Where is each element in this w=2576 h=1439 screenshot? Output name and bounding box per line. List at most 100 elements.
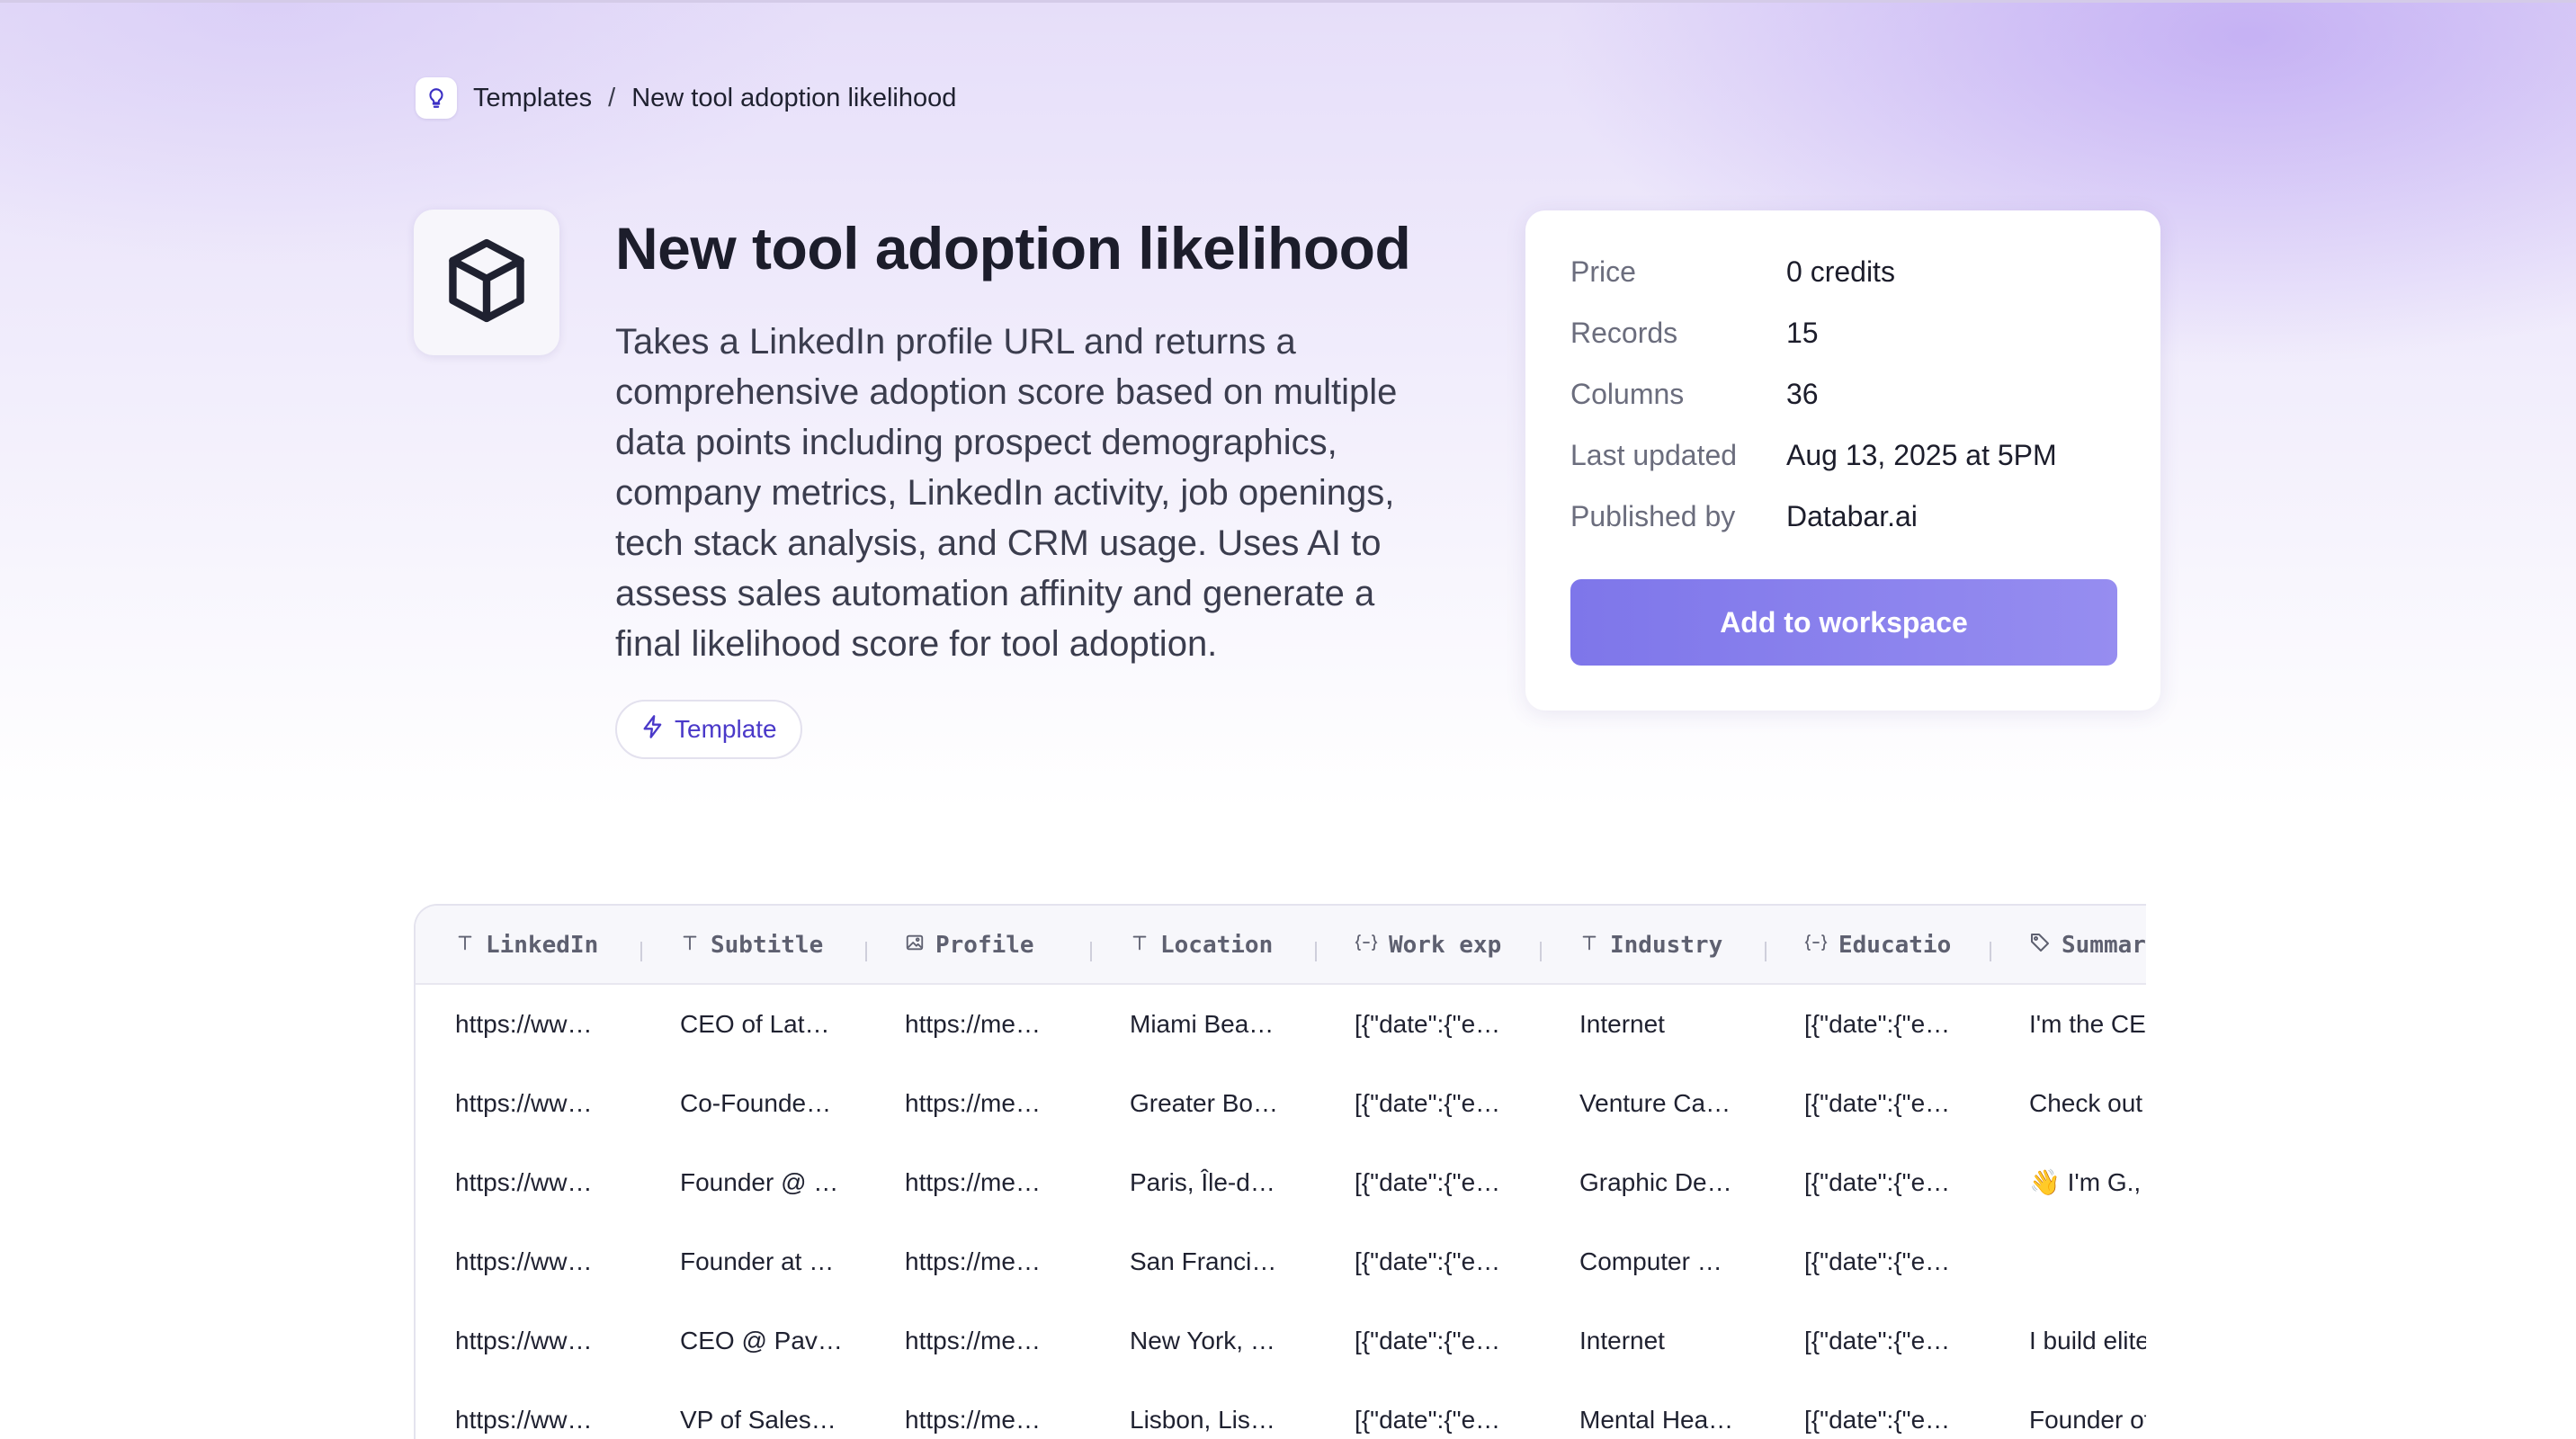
column-divider[interactable] [640, 942, 642, 961]
table-cell[interactable]: Paris, Île-d… [1130, 1143, 1306, 1222]
table-cell[interactable]: Computer … [1579, 1222, 1756, 1301]
table-cell[interactable]: https://me… [905, 1222, 1081, 1301]
info-value: Aug 13, 2025 at 5PM [1786, 439, 2057, 471]
text-icon [455, 932, 475, 959]
table-cell[interactable]: Check out [2029, 1064, 2146, 1143]
table-cell[interactable]: [{"date":{"e… [1804, 1064, 1981, 1143]
table-cell[interactable]: https://ww… [455, 1381, 631, 1439]
table-cell[interactable]: https://me… [905, 1301, 1081, 1381]
table-cell[interactable]: https://ww… [455, 1301, 631, 1381]
breadcrumb: Templates / New tool adoption likelihood [416, 77, 956, 119]
json-icon [1355, 932, 1378, 959]
table-cell[interactable]: Mental Hea… [1579, 1381, 1756, 1439]
table-cell[interactable]: Internet [1579, 985, 1756, 1064]
table-cell[interactable]: Lisbon, Lis… [1130, 1381, 1306, 1439]
column-header[interactable]: LinkedIn [455, 906, 598, 985]
column-divider[interactable] [1990, 942, 1991, 961]
info-key: Records [1570, 317, 1678, 349]
column-header-label: Summary [2062, 932, 2146, 959]
column-header[interactable]: Summary [2029, 906, 2146, 985]
table-cell[interactable]: https://me… [905, 1143, 1081, 1222]
add-to-workspace-button[interactable]: Add to workspace [1570, 579, 2117, 666]
table-cell[interactable]: Greater Bo… [1130, 1064, 1306, 1143]
table-cell[interactable]: https://me… [905, 1064, 1081, 1143]
table-cell[interactable]: https://me… [905, 1381, 1081, 1439]
table-cell[interactable]: CEO of Lat… [680, 985, 856, 1064]
column-header[interactable]: Industry [1579, 906, 1722, 985]
table-cell[interactable]: Internet [1579, 1301, 1756, 1381]
text-icon [680, 932, 700, 959]
table-cell[interactable]: CEO @ Pav… [680, 1301, 856, 1381]
table-row[interactable]: https://ww… Co-Founde… https://me… Great… [416, 1064, 2146, 1143]
table-cell[interactable]: [{"date":{"e… [1804, 1381, 1981, 1439]
table-row[interactable]: https://ww… CEO of Lat… https://me… Miam… [416, 985, 2146, 1064]
table-cell[interactable]: [{"date":{"e… [1804, 1301, 1981, 1381]
info-row-records: Records 15 [1570, 317, 1819, 350]
info-row-published-by: Published by Databar.ai [1570, 500, 1918, 533]
info-row-columns: Columns 36 [1570, 378, 1819, 411]
table-cell[interactable]: San Franci… [1130, 1222, 1306, 1301]
table-row[interactable]: https://ww… Founder at … https://me… San… [416, 1222, 2146, 1301]
page-title: New tool adoption likelihood [615, 215, 1411, 282]
table-cell[interactable]: [{"date":{"e… [1804, 1143, 1981, 1222]
template-icon-tile [414, 210, 559, 355]
column-header-label: Subtitle [711, 932, 824, 959]
text-icon [1579, 932, 1599, 959]
table-row[interactable]: https://ww… VP of Sales… https://me… Lis… [416, 1381, 2146, 1439]
table-cell[interactable]: Founder @ … [680, 1143, 856, 1222]
column-header[interactable]: Location [1130, 906, 1273, 985]
table-cell[interactable]: [{"date":{"e… [1355, 1301, 1531, 1381]
info-key: Columns [1570, 378, 1685, 410]
table-cell[interactable]: https://me… [905, 985, 1081, 1064]
table-cell[interactable]: [{"date":{"e… [1355, 985, 1531, 1064]
table-row[interactable]: https://ww… Founder @ … https://me… Pari… [416, 1143, 2146, 1222]
template-tag[interactable]: Template [615, 700, 802, 759]
data-preview-table[interactable]: LinkedIn Subtitle Profile Location Work … [414, 904, 2146, 1439]
table-cell[interactable]: [{"date":{"e… [1804, 985, 1981, 1064]
info-key: Published by [1570, 500, 1736, 532]
table-cell[interactable]: [{"date":{"e… [1355, 1064, 1531, 1143]
column-header[interactable]: Work exp [1355, 906, 1501, 985]
table-cell[interactable]: 👋 I'm G., [2029, 1143, 2146, 1222]
breadcrumb-templates-link[interactable]: Templates [473, 84, 592, 113]
column-header-label: LinkedIn [486, 932, 599, 959]
cube-icon [439, 233, 534, 333]
table-cell[interactable]: [{"date":{"e… [1355, 1143, 1531, 1222]
info-row-last-updated: Last updated Aug 13, 2025 at 5PM [1570, 439, 2057, 472]
table-cell[interactable]: https://ww… [455, 985, 631, 1064]
table-cell[interactable]: Founder of [2029, 1381, 2146, 1439]
column-header-label: Location [1160, 932, 1274, 959]
column-divider[interactable] [1540, 942, 1542, 961]
table-cell[interactable]: Founder at … [680, 1222, 856, 1301]
column-divider[interactable] [865, 942, 867, 961]
json-icon [1804, 932, 1828, 959]
table-cell[interactable]: [{"date":{"e… [1804, 1222, 1981, 1301]
table-cell[interactable]: Graphic De… [1579, 1143, 1756, 1222]
table-cell[interactable]: Miami Bea… [1130, 985, 1306, 1064]
table-cell[interactable]: https://ww… [455, 1143, 631, 1222]
table-cell[interactable]: https://ww… [455, 1222, 631, 1301]
breadcrumb-current: New tool adoption likelihood [631, 83, 957, 112]
table-cell[interactable]: Venture Ca… [1579, 1064, 1756, 1143]
table-cell[interactable]: I build elite [2029, 1301, 2146, 1381]
page: Templates / New tool adoption likelihood… [0, 0, 2576, 1439]
table-header: LinkedIn Subtitle Profile Location Work … [416, 906, 2146, 985]
table-cell[interactable]: VP of Sales… [680, 1381, 856, 1439]
table-cell[interactable]: https://ww… [455, 1064, 631, 1143]
table-cell[interactable]: New York, … [1130, 1301, 1306, 1381]
column-divider[interactable] [1315, 942, 1317, 961]
table-row[interactable]: https://ww… CEO @ Pav… https://me… New Y… [416, 1301, 2146, 1381]
template-description: Takes a LinkedIn profile URL and returns… [615, 322, 1398, 664]
info-value: Databar.ai [1786, 500, 1918, 532]
table-cell[interactable] [2029, 1222, 2146, 1301]
table-cell[interactable]: I'm the CEO [2029, 985, 2146, 1064]
tag-icon [2029, 932, 2051, 960]
column-header[interactable]: Profile [905, 906, 1034, 985]
column-divider[interactable] [1765, 942, 1767, 961]
table-cell[interactable]: Co-Founde… [680, 1064, 856, 1143]
table-cell[interactable]: [{"date":{"e… [1355, 1222, 1531, 1301]
table-cell[interactable]: [{"date":{"e… [1355, 1381, 1531, 1439]
column-header[interactable]: Educatio [1804, 906, 1951, 985]
column-header[interactable]: Subtitle [680, 906, 823, 985]
column-divider[interactable] [1090, 942, 1092, 961]
